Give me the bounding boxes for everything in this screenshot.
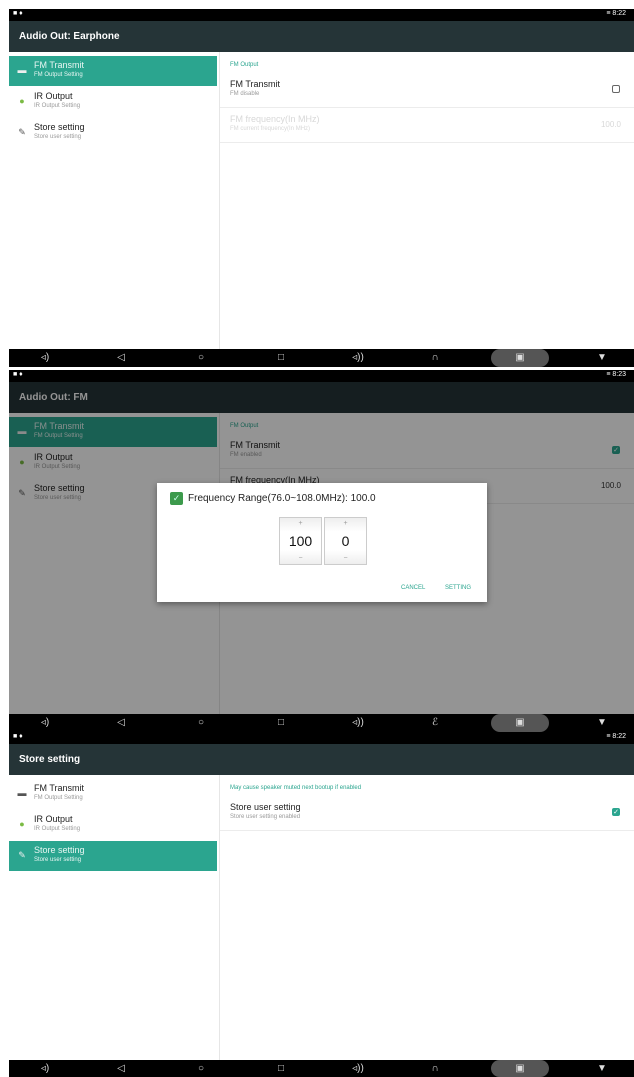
sidebar-item-subtitle: FM Output Setting	[34, 795, 83, 801]
ir-dot-icon: ●	[19, 819, 25, 829]
radio-icon: ▬	[17, 65, 27, 75]
setting-button[interactable]: SETTING	[445, 585, 471, 591]
category-header: May cause speaker muted next bootup if e…	[230, 785, 362, 791]
store-setting-checkbox[interactable]: ✓	[612, 808, 620, 816]
sidebar-item-store-setting[interactable]: ✎ Store setting Store user setting	[9, 841, 217, 871]
increment-icon[interactable]: +	[280, 520, 321, 527]
picker-value: 0	[341, 533, 350, 549]
sidebar-item-subtitle: IR Output Setting	[34, 826, 81, 832]
recents-icon[interactable]: □	[273, 1063, 289, 1075]
recents-icon[interactable]: □	[273, 717, 289, 729]
pref-store-user-setting[interactable]: Store user setting Store user setting en…	[220, 796, 634, 831]
home-icon[interactable]: ○	[193, 1063, 209, 1075]
sidebar-item-title: FM Transmit	[34, 783, 85, 793]
navigation-bar: ◃) ◁ ○ □ ◃)) ∩ ▣ ▼	[9, 1060, 634, 1077]
sidebar-item-fm-transmit[interactable]: ▬ FM Transmit FM Output Setting	[9, 56, 217, 86]
sidebar-item-title: IR Output	[34, 91, 73, 101]
sidebar-item-fm-transmit[interactable]: ▬ FM Transmit FM Output Setting	[9, 779, 217, 809]
sidebar-item-title: Store setting	[34, 845, 85, 855]
signal-icon: ≡	[606, 10, 611, 17]
cancel-button[interactable]: CANCEL	[401, 585, 425, 591]
recents-icon[interactable]: □	[273, 352, 289, 364]
sidebar: ▬ FM Transmit FM Output Setting ● IR Out…	[9, 744, 217, 872]
menu-down-icon[interactable]: ▼	[594, 717, 610, 729]
settings-screen-earphone: ■ ♦ ≡ 8:22 Audio Out: Earphone ▬ FM Tran…	[9, 9, 634, 367]
status-bar: ■ ♦ ≡ 8:23	[9, 370, 634, 382]
home-icon[interactable]: ○	[193, 717, 209, 729]
pref-summary: FM current frequency(In MHz)	[230, 126, 311, 132]
pref-summary: FM disable	[230, 91, 260, 97]
volume-up-icon[interactable]: ◃))	[350, 717, 366, 729]
volume-up-icon[interactable]: ◃))	[350, 352, 366, 364]
pref-title: Store user setting	[230, 802, 301, 812]
settings-screen-store: ■ ♦ ≡ 8:22 Store setting ▬ FM Transmit F…	[9, 732, 634, 1077]
headphone-icon[interactable]: ∩	[427, 1063, 443, 1075]
back-icon[interactable]: ◁	[113, 1063, 129, 1075]
back-icon[interactable]: ◁	[113, 717, 129, 729]
menu-down-icon[interactable]: ▼	[594, 352, 610, 364]
volume-down-icon[interactable]: ◃)	[37, 1063, 53, 1075]
ir-dot-icon: ●	[19, 96, 25, 106]
camera-icon[interactable]: ▣	[512, 1063, 528, 1075]
sidebar-item-title: IR Output	[34, 814, 73, 824]
fm-transmit-checkbox[interactable]	[612, 85, 620, 93]
pref-fm-transmit[interactable]: FM Transmit FM disable	[220, 73, 634, 108]
category-header: FM Output	[230, 62, 259, 68]
app-icon: ✓	[170, 492, 183, 505]
volume-down-icon[interactable]: ◃)	[37, 717, 53, 729]
pref-summary: Store user setting enabled	[230, 814, 301, 820]
increment-icon[interactable]: +	[325, 520, 366, 527]
back-icon[interactable]: ◁	[113, 352, 129, 364]
status-bar: ■ ♦ ≡ 8:22	[9, 732, 634, 744]
navigation-bar: ◃) ◁ ○ □ ◃)) ℰ ▣ ▼	[9, 714, 634, 732]
pref-value: 100.0	[600, 120, 621, 129]
pref-title: FM Transmit	[230, 79, 281, 89]
pref-fm-frequency: FM frequency(In MHz) FM current frequenc…	[220, 108, 634, 143]
sidebar-item-title: FM Transmit	[34, 60, 85, 70]
radio-icon: ▬	[17, 788, 27, 798]
clock: ≡ 8:22	[606, 10, 626, 17]
sidebar-item-subtitle: FM Output Setting	[34, 72, 83, 78]
sidebar-item-ir-output[interactable]: ● IR Output IR Output Setting	[9, 87, 217, 117]
volume-down-icon[interactable]: ◃)	[37, 352, 53, 364]
sidebar-item-store-setting[interactable]: ✎ Store setting Store user setting	[9, 118, 217, 148]
clock: ≡ 8:22	[606, 733, 626, 740]
dialog-title: Frequency Range(76.0~108.0MHz): 100.0	[188, 493, 376, 504]
frequency-decimal-picker[interactable]: + 0 −	[324, 517, 367, 565]
sidebar-item-ir-output[interactable]: ● IR Output IR Output Setting	[9, 810, 217, 840]
camera-icon[interactable]: ▣	[512, 717, 528, 729]
store-icon: ✎	[18, 127, 26, 137]
pref-title: FM frequency(In MHz)	[230, 114, 320, 124]
notification-icons: ■ ♦	[13, 733, 23, 740]
volume-up-icon[interactable]: ◃))	[350, 1063, 366, 1075]
decrement-icon[interactable]: −	[325, 555, 366, 562]
picker-value: 100	[288, 533, 313, 549]
sidebar-item-subtitle: Store user setting	[34, 134, 82, 140]
sidebar-item-subtitle: Store user setting	[34, 857, 82, 863]
frequency-integer-picker[interactable]: + 100 −	[279, 517, 322, 565]
navigation-bar: ◃) ◁ ○ □ ◃)) ∩ ▣ ▼	[9, 349, 634, 367]
notification-icons: ■ ♦	[13, 10, 23, 17]
camera-icon[interactable]: ▣	[512, 352, 528, 364]
decrement-icon[interactable]: −	[280, 555, 321, 562]
fm-radio-icon[interactable]: ℰ	[427, 717, 443, 729]
settings-screen-fm-dialog: ■ ♦ ≡ 8:23 Audio Out: FM ▬ FM Transmit F…	[9, 370, 634, 732]
sidebar-item-subtitle: IR Output Setting	[34, 103, 81, 109]
menu-down-icon[interactable]: ▼	[594, 1063, 610, 1075]
sidebar-item-title: Store setting	[34, 122, 85, 132]
signal-icon: ≡	[606, 371, 611, 378]
status-bar: ■ ♦ ≡ 8:22	[9, 9, 634, 21]
clock: ≡ 8:23	[606, 371, 626, 378]
headphone-icon[interactable]: ∩	[427, 352, 443, 364]
store-icon: ✎	[18, 850, 26, 860]
frequency-dialog: ✓ Frequency Range(76.0~108.0MHz): 100.0 …	[157, 483, 487, 602]
sidebar: ▬ FM Transmit FM Output Setting ● IR Out…	[9, 21, 217, 149]
notification-icons: ■ ♦	[13, 371, 23, 378]
signal-icon: ≡	[606, 733, 611, 740]
home-icon[interactable]: ○	[193, 352, 209, 364]
